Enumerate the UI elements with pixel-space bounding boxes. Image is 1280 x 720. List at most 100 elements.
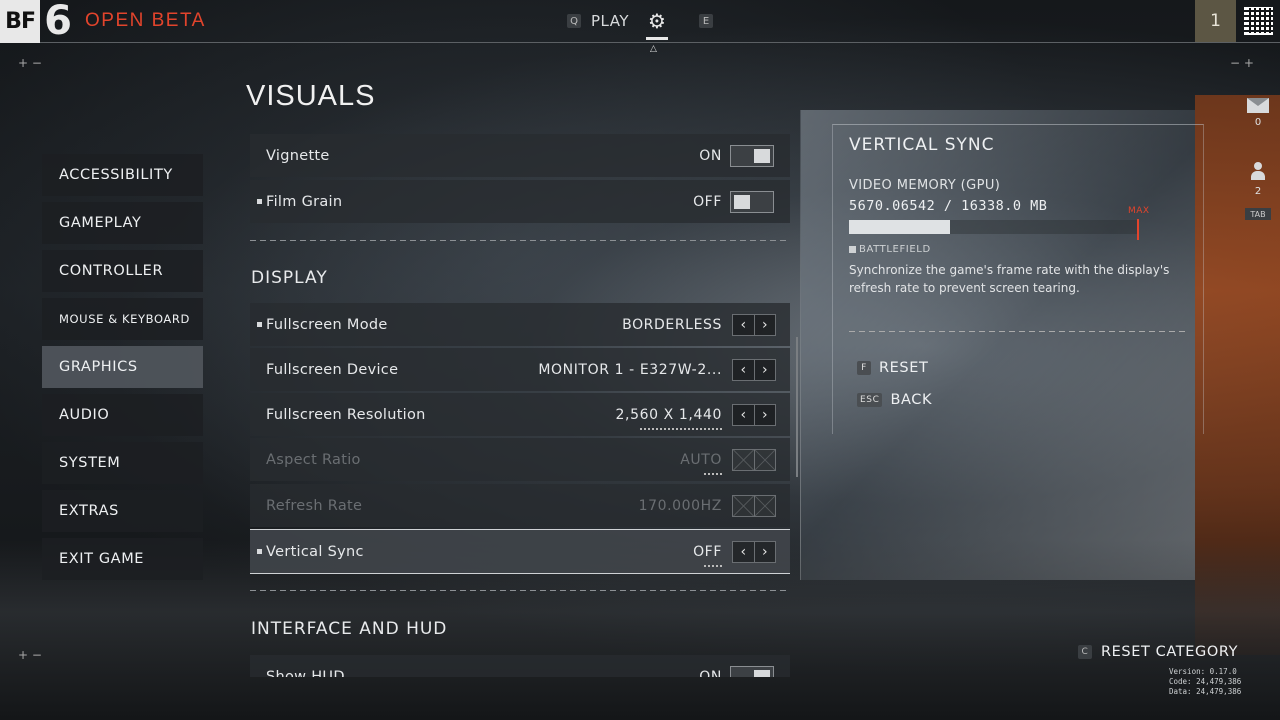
chevron-right-icon[interactable]: › xyxy=(753,404,775,425)
modified-marker xyxy=(257,199,262,204)
party-count: 2 xyxy=(1254,186,1262,197)
option-stepper[interactable]: ‹ › xyxy=(732,313,776,336)
setting-row-refresh-rate: Refresh Rate 170.000HZ ‹› xyxy=(250,484,790,527)
setting-row-fullscreen-device[interactable]: Fullscreen Device MONITOR 1 - E327W-2...… xyxy=(250,348,790,391)
setting-value: MONITOR 1 - E327W-2... xyxy=(538,361,722,378)
play-tab[interactable]: PLAY xyxy=(591,12,629,30)
setting-row-vignette[interactable]: Vignette ON xyxy=(250,134,790,177)
reset-button[interactable]: F RESET xyxy=(857,360,928,376)
corner-mark: − + xyxy=(1230,56,1254,70)
option-stepper[interactable]: ‹ › xyxy=(732,540,776,563)
option-stepper-disabled: ‹› xyxy=(732,494,776,517)
setting-value: BORDERLESS xyxy=(622,316,722,333)
settings-list: Vignette ON Film Grain OFF DISPLAY Fulls… xyxy=(250,134,790,677)
source-tag-label: BATTLEFIELD xyxy=(859,244,931,255)
top-nav: Q PLAY ⚙ E xyxy=(567,8,714,34)
section-title-interface-hud: INTERFACE AND HUD xyxy=(251,619,448,639)
tab-key: TAB xyxy=(1245,208,1271,220)
setting-label: Fullscreen Device xyxy=(266,361,399,378)
setting-row-film-grain[interactable]: Film Grain OFF xyxy=(250,180,790,223)
player-level-badge[interactable]: 1 xyxy=(1195,0,1236,42)
mail-count: 0 xyxy=(1254,117,1262,128)
chevron-left-icon[interactable]: ‹ xyxy=(733,314,754,335)
video-memory-bar xyxy=(849,220,1139,234)
chevron-right-icon[interactable]: › xyxy=(753,314,775,335)
reset-key: F xyxy=(857,361,871,375)
setting-value: OFF xyxy=(693,543,722,560)
setting-row-vertical-sync[interactable]: Vertical Sync OFF ‹ › xyxy=(250,529,790,574)
max-marker xyxy=(1137,219,1139,240)
qr-code-icon[interactable] xyxy=(1244,6,1273,35)
chevron-left-icon[interactable]: ‹ xyxy=(733,541,754,562)
setting-row-show-hud[interactable]: Show HUD ON xyxy=(250,655,790,677)
sidebar-item-extras[interactable]: EXTRAS xyxy=(42,490,203,532)
show-hud-toggle[interactable] xyxy=(730,665,774,677)
setting-label: Fullscreen Mode xyxy=(266,316,388,333)
top-bar: BF 6 OPEN BETA Q PLAY ⚙ E 1 xyxy=(0,0,1280,43)
nav-left-key: Q xyxy=(567,14,581,28)
back-button[interactable]: ESC BACK xyxy=(857,392,932,408)
corner-mark: + − xyxy=(18,56,42,70)
setting-row-fullscreen-mode[interactable]: Fullscreen Mode BORDERLESS ‹ › xyxy=(250,303,790,346)
chevron-left-icon[interactable]: ‹ xyxy=(733,359,754,380)
setting-description: Synchronize the game's frame rate with t… xyxy=(849,263,1170,295)
settings-sidebar: ACCESSIBILITY GAMEPLAY CONTROLLER MOUSE … xyxy=(42,154,203,586)
sidebar-item-system[interactable]: SYSTEM xyxy=(42,442,203,484)
back-label: BACK xyxy=(890,392,933,408)
reset-category-label: RESET CATEGORY xyxy=(1101,644,1239,660)
sidebar-item-mouse-keyboard[interactable]: MOUSE & KEYBOARD xyxy=(42,298,203,340)
party-icon[interactable] xyxy=(1251,162,1265,180)
chevron-left-icon[interactable]: ‹ xyxy=(733,404,754,425)
setting-label: Vertical Sync xyxy=(266,543,364,560)
sidebar-item-gameplay[interactable]: GAMEPLAY xyxy=(42,202,203,244)
section-divider xyxy=(250,240,790,241)
chevron-right-icon[interactable]: › xyxy=(753,359,775,380)
setting-row-fullscreen-resolution[interactable]: Fullscreen Resolution 2,560 X 1,440 ‹ › xyxy=(250,393,790,436)
section-divider xyxy=(250,590,790,591)
vignette-toggle[interactable] xyxy=(730,144,774,167)
data-line: Data: 24,479,386 xyxy=(1169,687,1242,696)
triangle-up-icon: △ xyxy=(650,44,657,54)
setting-value: ON xyxy=(699,668,722,678)
reset-label: RESET xyxy=(879,360,929,376)
setting-value: AUTO xyxy=(680,451,722,468)
option-stepper[interactable]: ‹ › xyxy=(732,403,776,426)
setting-label: Aspect Ratio xyxy=(266,451,361,468)
setting-row-aspect-ratio: Aspect Ratio AUTO ‹› xyxy=(250,438,790,481)
sidebar-item-controller[interactable]: CONTROLLER xyxy=(42,250,203,292)
film-grain-toggle[interactable] xyxy=(730,190,774,213)
sidebar-item-exit-game[interactable]: EXIT GAME xyxy=(42,538,203,580)
reset-category-button[interactable]: C RESET CATEGORY xyxy=(1078,644,1238,660)
square-icon xyxy=(849,246,856,253)
setting-value: OFF xyxy=(693,193,722,210)
setting-label: Vignette xyxy=(266,147,330,164)
option-stepper[interactable]: ‹ › xyxy=(732,358,776,381)
section-title-display: DISPLAY xyxy=(251,268,328,288)
gear-icon[interactable]: ⚙ xyxy=(645,9,669,33)
open-beta-title: OPEN BETA xyxy=(85,10,206,31)
nav-right-key: E xyxy=(699,14,714,28)
info-title: VERTICAL SYNC xyxy=(849,135,995,155)
game-logo: BF 6 xyxy=(0,0,72,43)
chevron-right-icon[interactable]: › xyxy=(753,541,775,562)
corner-mark: + − xyxy=(18,648,42,662)
video-memory-label: VIDEO MEMORY (GPU) xyxy=(849,178,1001,193)
settings-scrollbar[interactable] xyxy=(796,337,798,477)
option-stepper-disabled: ‹› xyxy=(732,448,776,471)
reset-category-key: C xyxy=(1078,645,1092,659)
mail-icon[interactable] xyxy=(1247,98,1269,113)
video-memory-fill xyxy=(849,220,950,234)
video-memory-value: 5670.06542 / 16338.0 MB xyxy=(849,198,1048,214)
sidebar-item-accessibility[interactable]: ACCESSIBILITY xyxy=(42,154,203,196)
setting-info-panel: VERTICAL SYNC VIDEO MEMORY (GPU) 5670.06… xyxy=(832,124,1204,434)
setting-label: Fullscreen Resolution xyxy=(266,406,426,423)
modified-marker xyxy=(257,322,262,327)
back-key: ESC xyxy=(857,393,883,407)
setting-label: Film Grain xyxy=(266,193,343,210)
version-line: Version: 0.17.0 xyxy=(1169,667,1237,676)
sidebar-item-graphics[interactable]: GRAPHICS xyxy=(42,346,203,388)
sidebar-item-audio[interactable]: AUDIO xyxy=(42,394,203,436)
setting-label: Show HUD xyxy=(266,668,345,678)
option-position-dots xyxy=(640,428,722,430)
setting-value: 170.000HZ xyxy=(638,497,722,514)
